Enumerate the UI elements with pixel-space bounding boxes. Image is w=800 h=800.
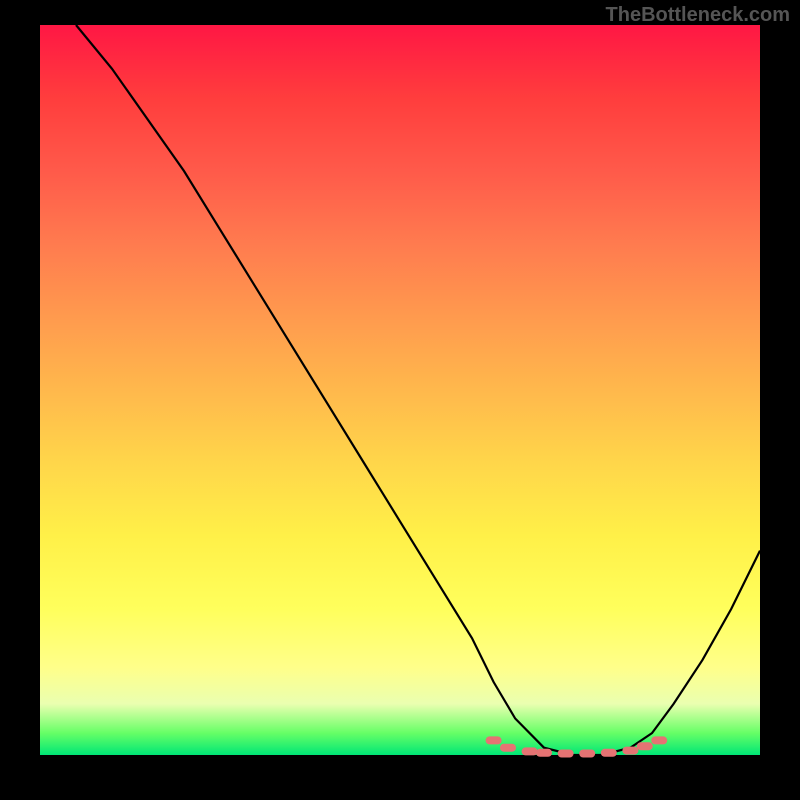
plot-area	[40, 25, 760, 755]
flat-marker	[500, 744, 516, 752]
flat-marker	[651, 736, 667, 744]
flat-marker	[486, 736, 502, 744]
flat-marker	[601, 749, 617, 757]
flat-marker	[558, 750, 574, 758]
flat-marker	[579, 750, 595, 758]
chart-svg	[40, 25, 760, 755]
flat-marker	[522, 747, 538, 755]
flat-marker	[637, 742, 653, 750]
flat-marker	[622, 747, 638, 755]
watermark-text: TheBottleneck.com	[606, 4, 790, 27]
curve-line	[76, 25, 760, 755]
flat-marker	[536, 749, 552, 757]
